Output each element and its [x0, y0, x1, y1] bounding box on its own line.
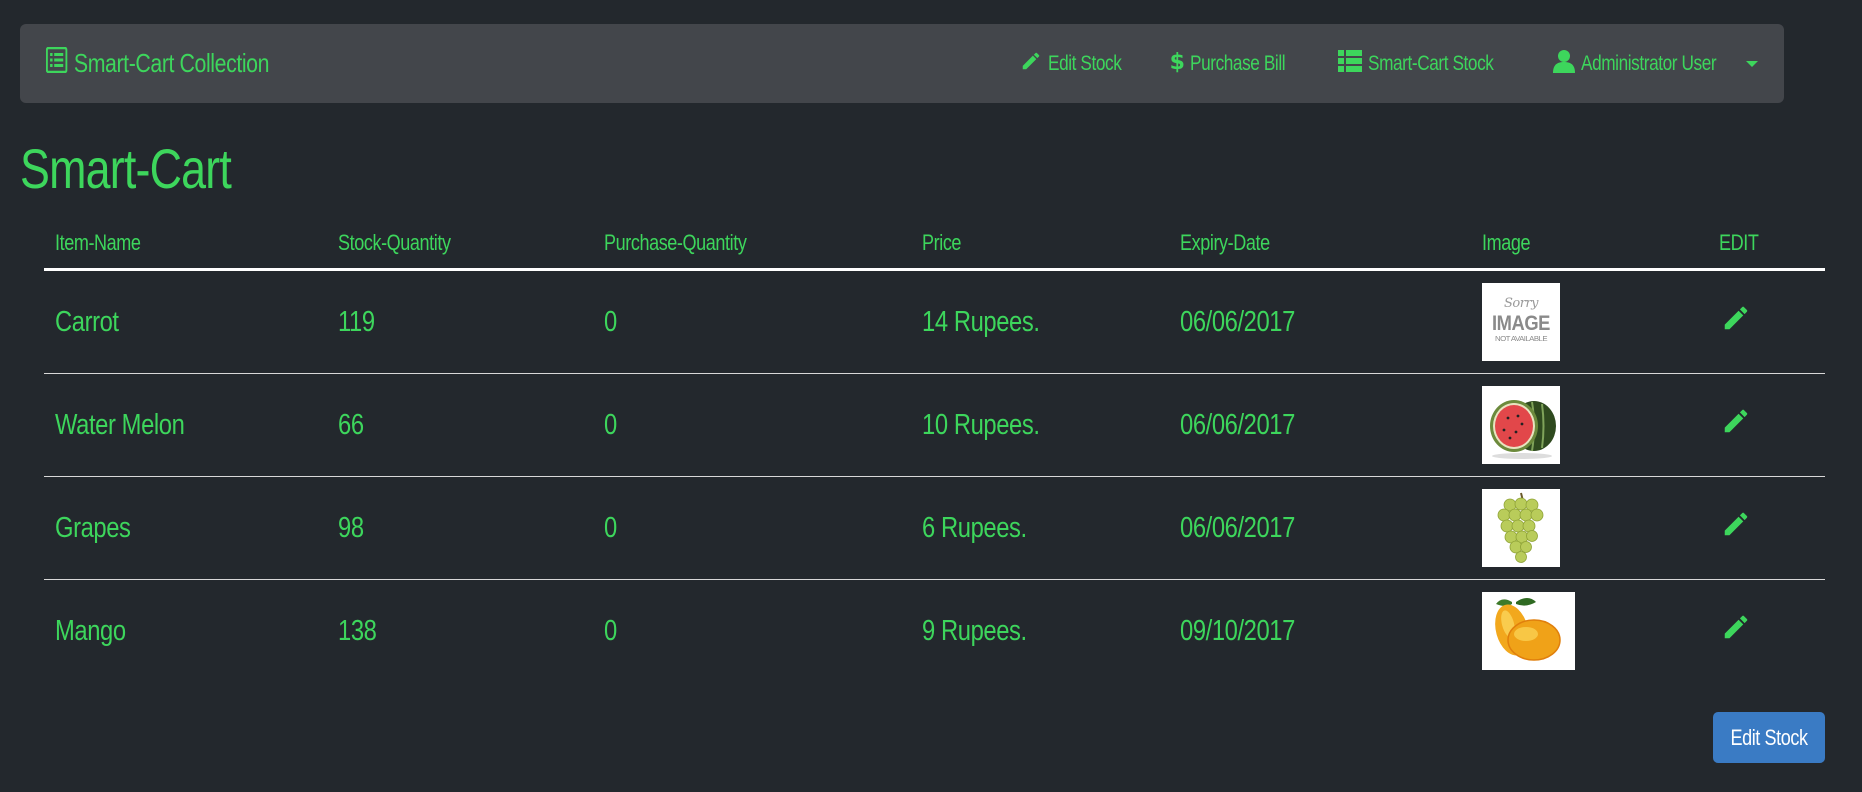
cell-purchase-quantity: 0 [593, 373, 911, 477]
navbar-brand[interactable]: Smart-Cart Collection [45, 24, 270, 103]
user-icon [1553, 49, 1576, 79]
nav-purchase-bill[interactable]: $ Purchase Bill [1170, 49, 1292, 79]
brand-label: Smart-Cart Collection [73, 48, 270, 78]
cell-item-name: Carrot [44, 269, 327, 374]
nav-edit-stock-label: Edit Stock [1048, 51, 1122, 75]
edit-row-pencil-icon[interactable] [1721, 612, 1751, 650]
cell-image [1471, 373, 1708, 477]
cell-image [1471, 580, 1708, 683]
cell-expiry-date: 06/06/2017 [1169, 373, 1471, 477]
header-image: Image [1471, 218, 1708, 271]
product-image-grapes [1482, 489, 1560, 567]
header-edit: EDIT [1708, 218, 1825, 271]
header-purchase-quantity: Purchase-Quantity [593, 218, 911, 271]
cell-purchase-quantity: 0 [593, 269, 911, 374]
edit-row-pencil-icon[interactable] [1721, 303, 1751, 341]
nav-purchase-bill-label: Purchase Bill [1190, 51, 1286, 75]
page-title: Smart-Cart [20, 137, 232, 200]
edit-stock-button[interactable]: Edit Stock [1713, 712, 1825, 763]
edit-row-pencil-icon[interactable] [1721, 509, 1751, 547]
image-sorry-text: Sorry [1504, 296, 1539, 311]
table-row: Water Melon 66 0 10 Rupees. 06/06/2017 [44, 373, 1825, 477]
cell-item-name: Water Melon [44, 373, 327, 477]
header-item-name: Item-Name [44, 218, 327, 271]
table-header-row: Item-Name Stock-Quantity Purchase-Quanti… [44, 218, 1825, 271]
list-alt-icon [45, 46, 68, 80]
nav-edit-stock[interactable]: Edit Stock [1020, 50, 1124, 78]
cell-edit [1708, 580, 1825, 683]
cell-expiry-date: 06/06/2017 [1169, 269, 1471, 374]
cell-price: 6 Rupees. [911, 476, 1169, 580]
cell-edit [1708, 476, 1825, 580]
chevron-down-icon [1746, 60, 1758, 67]
cell-stock-quantity: 138 [338, 614, 377, 647]
cell-image [1471, 476, 1708, 580]
table-row: Carrot 119 0 14 Rupees. 06/06/2017 Sorry… [44, 269, 1825, 374]
image-label-text: IMAGE [1492, 312, 1550, 335]
table-icon [1338, 49, 1363, 78]
table-row: Mango 138 0 9 Rupees. 09/10/2017 [44, 580, 1825, 683]
product-image-mango [1482, 592, 1575, 670]
cell-stock-quantity: 119 [327, 269, 593, 374]
cell-edit [1708, 373, 1825, 477]
navbar: Smart-Cart Collection Edit Stock $ Purch… [20, 24, 1784, 103]
cell-stock-quantity: 66 [327, 373, 593, 477]
nav-smart-cart-stock-label: Smart-Cart Stock [1368, 51, 1494, 75]
cell-price: 9 Rupees. [922, 614, 1027, 647]
cell-price: 14 Rupees. [911, 269, 1169, 374]
cell-expiry-date: 09/10/2017 [1180, 614, 1295, 647]
cell-item-name: Grapes [44, 476, 327, 580]
nav-smart-cart-stock[interactable]: Smart-Cart Stock [1338, 49, 1507, 78]
nav-user-dropdown[interactable]: Administrator User [1553, 49, 1758, 79]
product-image-not-available: Sorry IMAGE NOT AVAILABLE [1482, 283, 1560, 361]
nav-links: Edit Stock $ Purchase Bill Smart-Cart St… [1020, 24, 1758, 103]
header-price: Price [911, 218, 1169, 271]
cell-expiry-date: 06/06/2017 [1169, 476, 1471, 580]
table-row: Grapes 98 0 6 Rupees. 06/06/2017 [44, 476, 1825, 580]
cell-item-name: Mango [55, 614, 126, 647]
cell-purchase-quantity: 0 [604, 614, 617, 647]
svg-text:$: $ [1170, 50, 1184, 73]
stock-table: Item-Name Stock-Quantity Purchase-Quanti… [44, 218, 1825, 682]
pencil-icon [1020, 50, 1042, 78]
cell-edit [1708, 269, 1825, 374]
page: Smart-Cart Collection Edit Stock $ Purch… [0, 0, 1862, 792]
header-expiry-date: Expiry-Date [1169, 218, 1471, 271]
cell-image: Sorry IMAGE NOT AVAILABLE [1471, 269, 1708, 374]
cell-price: 10 Rupees. [911, 373, 1169, 477]
edit-row-pencil-icon[interactable] [1721, 406, 1751, 444]
cell-purchase-quantity: 0 [593, 476, 911, 580]
image-not-available-text: NOT AVAILABLE [1495, 336, 1548, 343]
dollar-icon: $ [1170, 49, 1185, 79]
cell-stock-quantity: 98 [327, 476, 593, 580]
nav-user-label: Administrator User [1581, 51, 1717, 75]
header-stock-quantity: Stock-Quantity [327, 218, 593, 271]
product-image-watermelon [1482, 386, 1560, 464]
